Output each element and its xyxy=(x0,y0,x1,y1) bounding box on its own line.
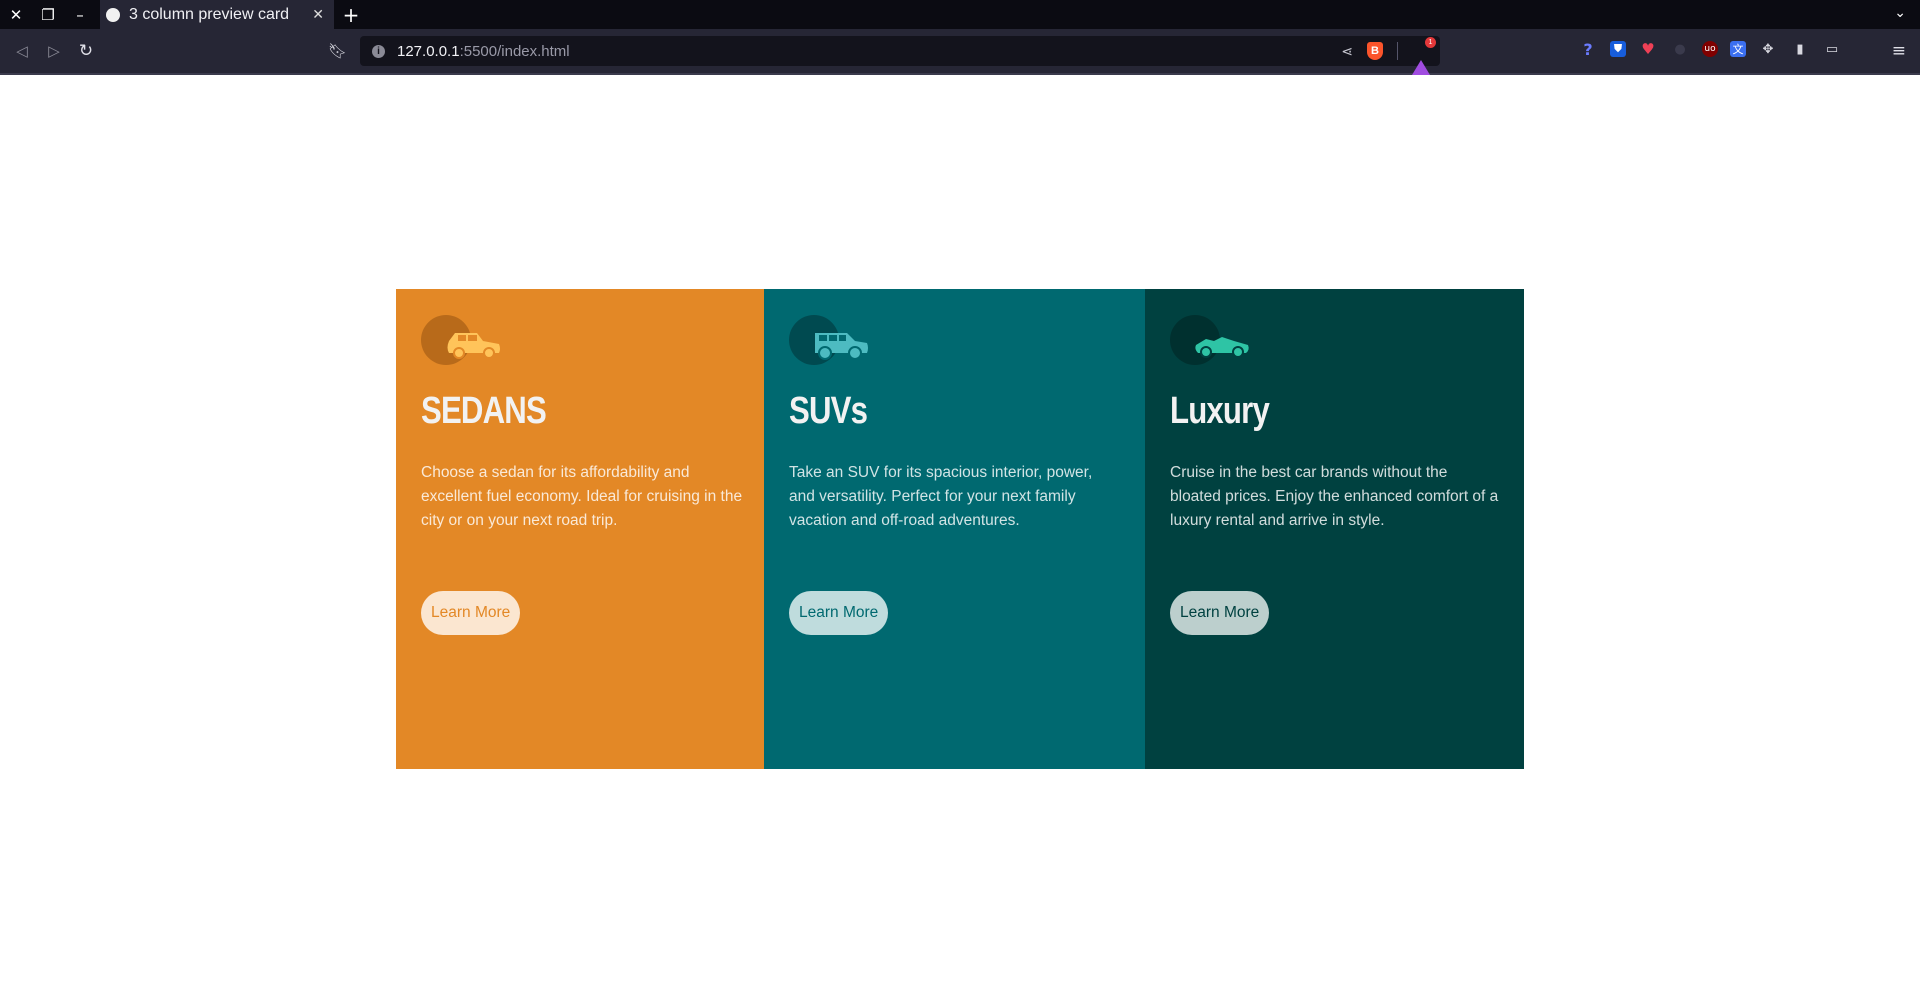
sidebar-icon[interactable]: ▮ xyxy=(1790,39,1810,59)
back-button[interactable]: ◁ xyxy=(6,42,38,60)
preview-card: SEDANS Choose a sedan for its affordabil… xyxy=(396,289,1524,769)
rewards-badge: 1 xyxy=(1425,37,1436,48)
window-restore-button[interactable]: ❐ xyxy=(32,0,64,29)
browser-tab[interactable]: 3 column preview card ✕ xyxy=(100,0,334,29)
card-suvs: SUVs Take an SUV for its spacious interi… xyxy=(764,289,1145,769)
card-luxury: Luxury Cruise in the best car brands wit… xyxy=(1145,289,1524,769)
help-icon[interactable]: ? xyxy=(1578,39,1598,59)
window-minimize-button[interactable]: – xyxy=(64,0,96,29)
ublock-icon[interactable]: uo xyxy=(1702,41,1718,57)
reload-button[interactable]: ↻ xyxy=(70,41,102,61)
menu-icon[interactable]: ≡ xyxy=(1892,41,1906,61)
new-tab-button[interactable]: + xyxy=(334,3,368,27)
brave-rewards-icon[interactable]: 1 xyxy=(1412,37,1436,75)
window-close-button[interactable]: ✕ xyxy=(0,0,32,29)
suv-car-icon xyxy=(789,315,871,365)
sedan-car-icon xyxy=(421,315,503,365)
tab-close-icon[interactable]: ✕ xyxy=(312,7,324,23)
card-description: Take an SUV for its spacious interior, p… xyxy=(789,464,1093,529)
card-sedans: SEDANS Choose a sedan for its affordabil… xyxy=(396,289,764,769)
site-info-icon[interactable]: i xyxy=(372,44,385,58)
bookmark-icon[interactable]: 🔖︎ xyxy=(328,42,347,60)
translate-icon[interactable]: 文 xyxy=(1730,41,1746,57)
forward-button[interactable]: ▷ xyxy=(38,42,70,60)
rewards-triangle-icon xyxy=(1412,43,1430,75)
extensions-toolbar: ? ⛊ ♥ ● uo 文 ✥ ▮ ▭ xyxy=(1578,39,1842,59)
tab-title: 3 column preview card xyxy=(129,5,290,23)
bitwarden-icon[interactable]: ⛊ xyxy=(1610,41,1626,57)
url-path: :5500/index.html xyxy=(459,42,570,60)
extension-icon[interactable]: ● xyxy=(1670,39,1690,59)
learn-more-button[interactable]: Learn More xyxy=(421,591,521,635)
card-title: SUVs xyxy=(789,390,868,432)
tab-list-chevron-icon[interactable]: ⌄ xyxy=(1894,5,1906,21)
divider xyxy=(1397,42,1398,60)
address-bar[interactable]: i 127.0.0.1:5500/index.html ⋖ B 1 xyxy=(360,36,1440,75)
luxury-car-icon xyxy=(1170,315,1252,365)
card-title: SEDANS xyxy=(421,390,547,432)
navigation-bar: ◁ ▷ ↻ 🔖︎ i 127.0.0.1:5500/index.html ⋖ B… xyxy=(0,29,1920,75)
favicon-icon xyxy=(106,7,120,22)
learn-more-button[interactable]: Learn More xyxy=(1170,591,1270,635)
tab-strip: ✕ ❐ – 3 column preview card ✕ + ⌄ xyxy=(0,0,1920,29)
card-title: Luxury xyxy=(1170,390,1270,432)
card-description: Cruise in the best car brands without th… xyxy=(1170,464,1499,529)
share-icon[interactable]: ⋖ xyxy=(1341,43,1353,60)
url-host: 127.0.0.1 xyxy=(397,42,460,60)
page-body: SEDANS Choose a sedan for its affordabil… xyxy=(0,75,1920,983)
puzzle-icon[interactable]: ✥ xyxy=(1758,39,1778,59)
learn-more-button[interactable]: Learn More xyxy=(789,591,889,635)
wallet-icon[interactable]: ▭ xyxy=(1822,39,1842,59)
pocket-icon[interactable]: ♥ xyxy=(1638,39,1658,59)
card-description: Choose a sedan for its affordability and… xyxy=(421,464,743,529)
brave-shields-icon[interactable]: B xyxy=(1367,42,1383,60)
